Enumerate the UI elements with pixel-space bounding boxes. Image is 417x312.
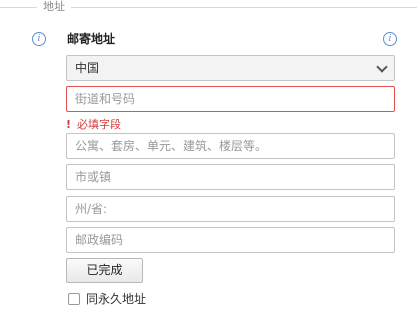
state-placeholder: 州/省: [75,202,108,216]
country-selected-value: 中国 [75,61,100,75]
section-title: 邮寄地址 [67,32,116,46]
address-form: 地址 i 邮寄地址 i 中国 街道和号码 ! 必填字段 公寓、套房、单元、建筑、楼… [0,0,417,312]
state-input[interactable]: 州/省: [66,196,395,222]
error-text: 必填字段 [77,118,122,131]
same-address-option[interactable]: 同永久地址 [68,292,146,306]
error-message: ! 必填字段 [66,118,121,131]
postal-code-input[interactable]: 邮政编码 [66,227,395,253]
country-select[interactable]: 中国 [66,55,395,81]
city-placeholder: 市或镇 [75,170,112,184]
street-placeholder: 街道和号码 [75,92,136,106]
same-address-label: 同永久地址 [86,292,147,306]
info-icon[interactable]: i [32,32,46,46]
same-address-checkbox[interactable] [68,293,80,305]
street-input[interactable]: 街道和号码 [66,86,395,112]
postal-placeholder: 邮政编码 [75,233,124,247]
fieldset-legend: 地址 [37,0,71,14]
error-icon: ! [66,118,72,131]
apartment-input[interactable]: 公寓、套房、单元、建筑、楼层等。 [66,133,395,159]
city-input[interactable]: 市或镇 [66,164,395,190]
apartment-placeholder: 公寓、套房、单元、建筑、楼层等。 [75,139,268,153]
done-button[interactable]: 已完成 [66,258,143,283]
info-icon[interactable]: i [383,32,397,46]
chevron-down-icon [376,61,388,73]
